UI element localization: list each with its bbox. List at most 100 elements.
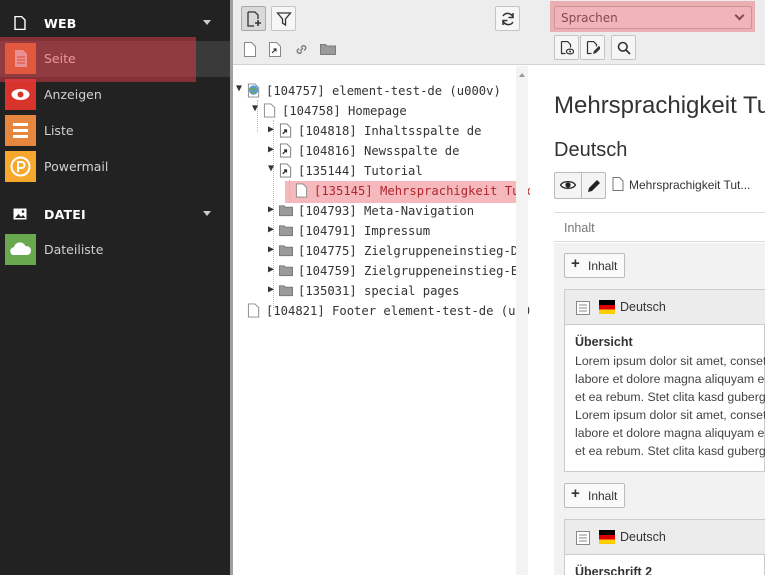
content-line: labore et dolore magna aliquyam erat [575, 426, 765, 440]
language-heading: Deutsch [554, 139, 628, 161]
plus-icon: + [571, 255, 580, 272]
add-content-button[interactable]: + Inhalt [564, 253, 625, 278]
folder-icon [279, 245, 293, 257]
shortcut-page-icon [279, 123, 292, 138]
tree-node-label: [104821] Footer element-test-de (u000v [266, 304, 545, 318]
image-icon [13, 208, 27, 220]
module-label: Anzeigen [44, 87, 102, 102]
shortcut-page-icon [279, 163, 292, 178]
edit-button[interactable] [581, 173, 607, 198]
content-element[interactable]: Deutsch Überschrift 2 [564, 519, 765, 575]
view-page-button[interactable] [554, 35, 579, 60]
chevron-down-icon [734, 10, 745, 21]
content-line: Lorem ipsum dolor sit amet, consetetur [575, 354, 765, 368]
folder-icon [279, 285, 293, 297]
tree-node[interactable]: ▶ [135031] special pages [268, 281, 523, 301]
tree-node-label: [135145] Mehrsprachigkeit Tutor [314, 184, 542, 198]
new-page-icon [247, 11, 261, 27]
list-icon [5, 115, 36, 146]
tree-node[interactable]: [135145] Mehrsprachigkeit Tutor [284, 181, 541, 201]
content-line: labore et dolore magna aliquyam erat [575, 372, 765, 386]
collapse-icon[interactable]: ▼ [252, 103, 258, 114]
expand-icon[interactable]: ▶ [268, 204, 274, 215]
page-icon [263, 103, 276, 118]
page-actions [554, 172, 606, 199]
module-item-anzeigen[interactable]: Anzeigen [0, 77, 230, 113]
content-line: et ea rebum. Stet clita kasd gubergren [575, 444, 765, 458]
expand-icon[interactable]: ▶ [268, 144, 274, 155]
language-select-value: Sprachen [561, 11, 618, 25]
module-group-datei[interactable]: DATEI [0, 196, 230, 232]
folder-drag-icon[interactable] [320, 42, 336, 56]
column-header: Inhalt [554, 212, 765, 242]
search-icon [617, 41, 631, 55]
page-tree-toolbar [233, 0, 531, 65]
module-group-web[interactable]: WEB [0, 5, 230, 41]
tree-scrollbar[interactable] [516, 66, 528, 575]
tree-node[interactable]: ▼ [104757] element-test-de (u000v) [236, 81, 523, 101]
tree-node-label: [104757] element-test-de (u000v) [266, 84, 501, 98]
tree-node[interactable]: ▼ [104758] Homepage [252, 101, 523, 121]
add-content-button[interactable]: + Inhalt [564, 483, 625, 508]
shortcut-page-icon [279, 143, 292, 158]
tree-node[interactable]: ▶ [104759] Zielgruppeneinstieg-EN [268, 261, 526, 281]
file-icon [14, 16, 26, 30]
page-title: Mehrsprachigkeit Tutorial [554, 92, 765, 119]
tree-node[interactable]: ▼ [135144] Tutorial [268, 161, 523, 181]
link-drag-icon[interactable] [294, 42, 309, 57]
filter-button[interactable] [271, 6, 296, 31]
module-item-powermail[interactable]: Powermail [0, 149, 230, 185]
module-label: Seite [44, 51, 76, 66]
new-page-button[interactable] [241, 6, 266, 31]
tree-node[interactable]: ▶ [104775] Zielgruppeneinstieg-DE [268, 241, 525, 261]
module-item-seite[interactable]: Seite [0, 41, 230, 77]
module-item-dateiliste[interactable]: Dateiliste [0, 232, 230, 268]
expand-icon[interactable]: ▶ [268, 264, 274, 275]
folder-icon [279, 205, 293, 217]
page-tree-panel: ▼ [104757] element-test-de (u000v) ▼ [10475… [230, 0, 545, 575]
content-element[interactable]: Deutsch Übersicht Lorem ipsum dolor sit … [564, 289, 765, 472]
module-item-liste[interactable]: Liste [0, 113, 230, 149]
german-flag-icon [599, 530, 615, 544]
tree-node[interactable]: [104821] Footer element-test-de (u000v [236, 301, 545, 321]
tree-node-label: [104791] Impressum [298, 224, 431, 238]
content-element-title: Übersicht [575, 335, 633, 349]
tree-node-label: [104759] Zielgruppeneinstieg-EN [298, 264, 526, 278]
expand-icon[interactable]: ▶ [268, 124, 274, 135]
expand-icon[interactable]: ▶ [268, 224, 274, 235]
search-button[interactable] [611, 35, 636, 60]
tree-node[interactable]: ▶ [104791] Impressum [268, 221, 523, 241]
view-button[interactable] [555, 173, 581, 198]
folder-icon [279, 265, 293, 277]
page-drag-icon[interactable] [243, 42, 257, 57]
page-icon [612, 177, 624, 191]
content-element-body: Übersicht Lorem ipsum dolor sit amet, co… [575, 335, 765, 460]
expand-icon[interactable]: ▶ [268, 244, 274, 255]
folder-icon [279, 225, 293, 237]
module-label: Powermail [44, 159, 109, 174]
plus-icon: + [571, 485, 580, 502]
chevron-down-icon [203, 20, 211, 25]
tree-node[interactable]: ▶ [104818] Inhaltsspalte de [268, 121, 523, 141]
tree-node-label: [104816] Newsspalte de [298, 144, 460, 158]
german-flag-icon [599, 300, 615, 314]
scroll-up-icon[interactable] [519, 73, 525, 77]
chevron-down-icon [203, 211, 211, 216]
tree-node-label: [135144] Tutorial [298, 164, 423, 178]
collapse-icon[interactable]: ▼ [268, 163, 274, 174]
module-group-title: DATEI [44, 206, 86, 222]
content-element-title: Überschrift 2 [575, 565, 653, 575]
expand-icon[interactable]: ▶ [268, 284, 274, 295]
tree-node-label: [135031] special pages [298, 284, 460, 298]
cloud-icon [5, 234, 36, 265]
edit-page-properties-button[interactable] [580, 35, 605, 60]
content-toolbar: Sprachen [530, 0, 765, 65]
eye-icon [560, 180, 576, 190]
language-select[interactable]: Sprachen [554, 6, 752, 29]
page-module-content: Sprachen Mehrsprachigkeit Tu Deutsch Meh… [530, 0, 765, 575]
tree-node[interactable]: ▶ [104816] Newsspalte de [268, 141, 523, 161]
tree-node[interactable]: ▶ [104793] Meta-Navigation [268, 201, 523, 221]
collapse-icon[interactable]: ▼ [236, 83, 242, 94]
refresh-button[interactable] [495, 6, 520, 31]
shortcut-drag-icon[interactable] [268, 42, 282, 57]
